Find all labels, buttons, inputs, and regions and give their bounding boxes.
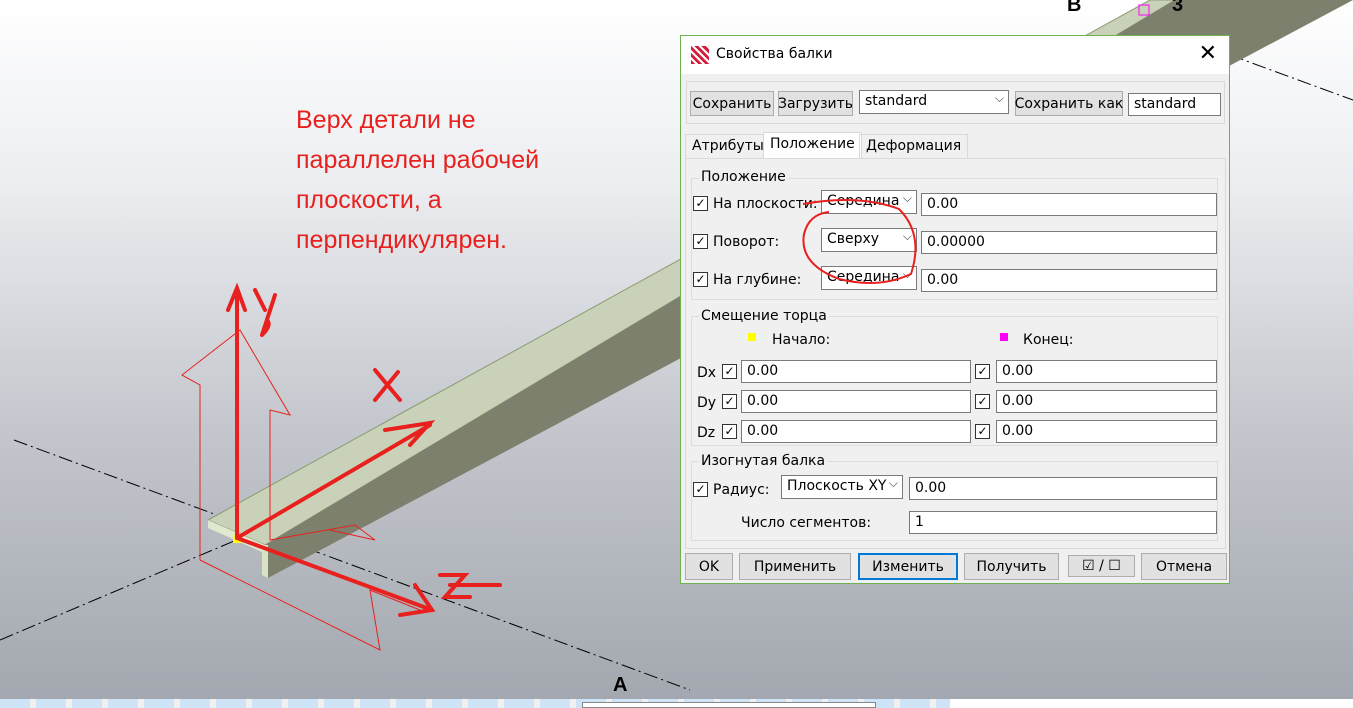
curved-beam-title: Изогнутая балка [699, 453, 828, 469]
dialog-title: Свойства балки [716, 46, 833, 62]
position-group-title: Положение [699, 169, 788, 185]
save-as-name-input[interactable]: standard [1128, 93, 1221, 116]
toolbar-input[interactable] [582, 702, 876, 708]
grid-label-a: A [613, 674, 628, 696]
annotation-text: Верх детали не параллелен рабочей плоско… [296, 106, 540, 254]
radius-input[interactable]: 0.00 [909, 477, 1217, 500]
dz-end-input[interactable]: 0.00 [996, 420, 1217, 443]
ok-button[interactable]: OK [685, 553, 733, 580]
rotation-label: Поворот: [713, 234, 780, 250]
dz-start-input[interactable]: 0.00 [741, 420, 971, 443]
dx-label: Dx [697, 365, 717, 381]
tab-deformation[interactable]: Деформация [859, 134, 969, 158]
end-offset-title: Смещение торца [699, 308, 829, 324]
dy-start-checkbox[interactable]: ✓ [722, 394, 737, 409]
grid-label-b: B [1067, 0, 1082, 16]
in-plane-offset-input[interactable]: 0.00 [921, 193, 1217, 216]
modify-button[interactable]: Изменить [858, 553, 958, 580]
grid-label-3: 3 [1172, 0, 1184, 16]
dx-start-checkbox[interactable]: ✓ [722, 364, 737, 379]
save-as-button[interactable]: Сохранить как [1015, 91, 1123, 116]
close-icon[interactable]: ✕ [1199, 41, 1217, 66]
depth-offset-input[interactable]: 0.00 [921, 269, 1217, 292]
start-label: Начало: [772, 332, 831, 348]
save-button[interactable]: Сохранить [690, 91, 774, 116]
cancel-button[interactable]: Отмена [1141, 553, 1227, 580]
end-color-marker [1000, 333, 1008, 341]
beam-properties-dialog: Свойства балки ✕ Сохранить Загрузить sta… [680, 35, 1230, 584]
radius-label: Радиус: [713, 482, 770, 498]
dx-start-input[interactable]: 0.00 [741, 360, 971, 383]
apply-button[interactable]: Применить [739, 553, 851, 580]
app-icon [691, 46, 709, 64]
preset-select[interactable]: standard [859, 90, 1009, 114]
dy-start-input[interactable]: 0.00 [741, 390, 971, 413]
segments-input[interactable]: 1 [909, 511, 1217, 534]
toolbar-blank [950, 699, 1353, 708]
dx-end-input[interactable]: 0.00 [996, 360, 1217, 383]
plane-select[interactable]: Плоскость XY [781, 475, 903, 499]
dz-start-checkbox[interactable]: ✓ [722, 424, 737, 439]
toggle-all-checkboxes-button[interactable]: ☑ / ☐ [1068, 555, 1135, 577]
start-color-marker [748, 333, 756, 341]
load-button[interactable]: Загрузить [778, 91, 853, 116]
dy-end-checkbox[interactable]: ✓ [975, 394, 990, 409]
segments-label: Число сегментов: [741, 515, 872, 531]
depth-label: На глубине: [713, 272, 802, 288]
title-bar: Свойства балки ✕ [681, 36, 1229, 74]
tab-position[interactable]: Положение [763, 132, 862, 159]
get-button[interactable]: Получить [964, 553, 1059, 580]
dx-end-checkbox[interactable]: ✓ [975, 364, 990, 379]
in-plane-checkbox[interactable]: ✓ [693, 196, 708, 211]
dz-end-checkbox[interactable]: ✓ [975, 424, 990, 439]
depth-checkbox[interactable]: ✓ [693, 272, 708, 287]
rotation-checkbox[interactable]: ✓ [693, 234, 708, 249]
dy-label: Dy [697, 395, 717, 411]
dz-label: Dz [697, 425, 716, 441]
tab-attributes[interactable]: Атрибуты [685, 134, 771, 158]
end-label: Конец: [1023, 332, 1074, 348]
dy-end-input[interactable]: 0.00 [996, 390, 1217, 413]
radius-checkbox[interactable]: ✓ [693, 482, 708, 497]
rotation-angle-input[interactable]: 0.00000 [921, 231, 1217, 254]
red-circle-annotation [802, 199, 917, 284]
